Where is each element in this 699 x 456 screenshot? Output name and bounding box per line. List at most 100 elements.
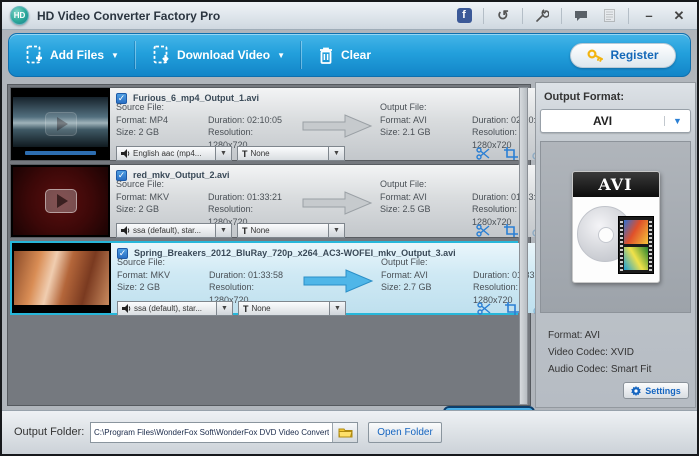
- source-file-info: Source File: Format: MP4Duration: 02:10:…: [116, 101, 294, 151]
- speaker-icon: [121, 149, 130, 158]
- settings-label: Settings: [645, 386, 681, 396]
- main-area: ✓ Furious_6_mp4_Output_1.avi ✕ Source Fi…: [2, 82, 697, 408]
- subtitle-value: None: [252, 304, 271, 313]
- filmstrip-icon: [618, 216, 654, 274]
- add-files-button[interactable]: Add Files ▼: [9, 34, 135, 76]
- clear-button[interactable]: Clear: [302, 34, 387, 76]
- subtitle-value: None: [251, 226, 270, 235]
- chevron-down-icon: ▼: [216, 146, 232, 161]
- source-file-info: Source File: Format: MKVDuration: 01:33:…: [117, 256, 295, 306]
- trash-icon: [318, 46, 334, 65]
- download-video-button[interactable]: Download Video ▼: [136, 34, 301, 76]
- facebook-icon[interactable]: f: [455, 8, 473, 24]
- register-button[interactable]: Register: [570, 43, 676, 68]
- video-thumbnail[interactable]: [11, 165, 110, 237]
- browse-folder-button[interactable]: [332, 423, 357, 442]
- output-folder-input[interactable]: [91, 423, 332, 442]
- minimize-button[interactable]: –: [639, 8, 659, 23]
- list-scrollbar[interactable]: [519, 87, 528, 405]
- output-size: Size: 2.7 GB: [381, 281, 473, 306]
- titlebar-separator: [628, 8, 629, 24]
- output-format: Format: AVI: [380, 114, 472, 127]
- folder-icon: [338, 427, 353, 438]
- settings-button[interactable]: Settings: [623, 382, 689, 399]
- feedback-icon[interactable]: [572, 8, 590, 24]
- output-format-panel: Output Format: AVI ▼ AVI Format: AVI Vid…: [535, 82, 696, 408]
- audio-track-dropdown[interactable]: ssa (default), star... ▼: [116, 223, 232, 238]
- video-row-2[interactable]: ✓ red_mkv_Output_2.avi ✕ Source File: Fo…: [10, 164, 518, 238]
- app-window: HD HD Video Converter Factory Pro f ↺ – …: [0, 0, 699, 456]
- titlebar-separator: [561, 8, 562, 24]
- output-size: Size: 2.5 GB: [380, 203, 472, 228]
- open-folder-button[interactable]: Open Folder: [368, 422, 442, 443]
- trim-scissors-icon[interactable]: [476, 224, 490, 237]
- conversion-arrow-icon: [294, 112, 380, 140]
- conversion-arrow-icon: [295, 267, 381, 295]
- gear-icon: [631, 386, 641, 396]
- speaker-icon: [121, 226, 130, 235]
- audio-track-value: ssa (default), star...: [134, 304, 202, 313]
- video-row-panel: ✓ Spring_Breakers_2012_BluRay_720p_x264_…: [111, 243, 559, 313]
- window-title: HD Video Converter Factory Pro: [37, 9, 220, 23]
- audio-codec-line: Audio Codec: Smart Fit: [548, 361, 691, 378]
- video-list: ✓ Furious_6_mp4_Output_1.avi ✕ Source Fi…: [7, 84, 531, 406]
- download-video-label: Download Video: [177, 48, 270, 62]
- play-overlay-icon: [45, 112, 77, 136]
- log-page-icon[interactable]: [600, 8, 618, 24]
- subtitle-value: None: [251, 149, 270, 158]
- chevron-down-icon: ▼: [329, 223, 345, 238]
- chevron-down-icon: ▼: [216, 223, 232, 238]
- format-details: Format: AVI Video Codec: XVID Audio Code…: [548, 327, 691, 378]
- play-overlay-icon[interactable]: [45, 189, 77, 213]
- subtitle-T-icon: T: [243, 304, 249, 314]
- crop-icon[interactable]: [504, 224, 518, 237]
- chevron-down-icon: ▼: [217, 301, 233, 316]
- chevron-down-icon: ▼: [111, 51, 119, 60]
- output-format: Format: AVI: [381, 269, 473, 282]
- thumbnail-caption-art: [25, 151, 96, 155]
- titlebar-separator: [483, 8, 484, 24]
- crop-icon[interactable]: [505, 302, 519, 315]
- audio-track-dropdown[interactable]: English aac (mp4... ▼: [116, 146, 232, 161]
- register-label: Register: [610, 48, 658, 62]
- key-icon: [587, 48, 604, 62]
- format-preview-box: AVI: [540, 141, 691, 313]
- video-row-panel: ✓ red_mkv_Output_2.avi ✕ Source File: Fo…: [110, 165, 558, 237]
- output-format-value: AVI: [541, 114, 664, 128]
- output-folder-path-box: [90, 422, 358, 443]
- output-format-select[interactable]: AVI ▼: [540, 109, 691, 133]
- trim-scissors-icon[interactable]: [477, 302, 491, 315]
- avi-banner-label: AVI: [573, 172, 659, 197]
- source-heading: Source File:: [117, 256, 295, 269]
- add-file-icon: [25, 45, 43, 65]
- trim-scissors-icon[interactable]: [476, 147, 490, 160]
- video-codec-line: Video Codec: XVID: [548, 344, 691, 361]
- format-line: Format: AVI: [548, 327, 691, 344]
- chevron-down-icon: ▼: [277, 51, 285, 60]
- video-row-1[interactable]: ✓ Furious_6_mp4_Output_1.avi ✕ Source Fi…: [10, 87, 518, 161]
- wrench-icon[interactable]: [533, 8, 551, 24]
- source-file-info: Source File: Format: MKVDuration: 01:33:…: [116, 178, 294, 228]
- audio-track-dropdown[interactable]: ssa (default), star... ▼: [117, 301, 233, 316]
- avi-format-icon: AVI: [572, 171, 660, 283]
- video-thumbnail[interactable]: [11, 88, 110, 160]
- close-button[interactable]: ✕: [669, 8, 689, 24]
- speaker-icon: [122, 304, 131, 313]
- app-logo-icon: HD: [10, 6, 29, 25]
- video-row-3-selected[interactable]: ✓ Spring_Breakers_2012_BluRay_720p_x264_…: [10, 241, 518, 315]
- output-folder-label: Output Folder:: [14, 426, 84, 438]
- subtitle-dropdown[interactable]: TNone ▼: [237, 223, 345, 238]
- subtitle-dropdown[interactable]: TNone ▼: [237, 146, 345, 161]
- undo-icon[interactable]: ↺: [494, 8, 512, 24]
- subtitle-dropdown[interactable]: TNone ▼: [238, 301, 346, 316]
- video-thumbnail[interactable]: [12, 243, 111, 313]
- titlebar: HD HD Video Converter Factory Pro f ↺ – …: [2, 2, 697, 30]
- output-format-label: Output Format:: [544, 91, 691, 103]
- thumbnail-image: [14, 251, 109, 305]
- source-duration: Duration: 01:33:58: [209, 269, 295, 282]
- output-format: Format: AVI: [380, 191, 472, 204]
- source-format: Format: MP4: [116, 114, 208, 127]
- add-files-label: Add Files: [50, 48, 104, 62]
- crop-icon[interactable]: [504, 147, 518, 160]
- bottom-bar: Output Folder: Open Folder Run: [2, 410, 697, 454]
